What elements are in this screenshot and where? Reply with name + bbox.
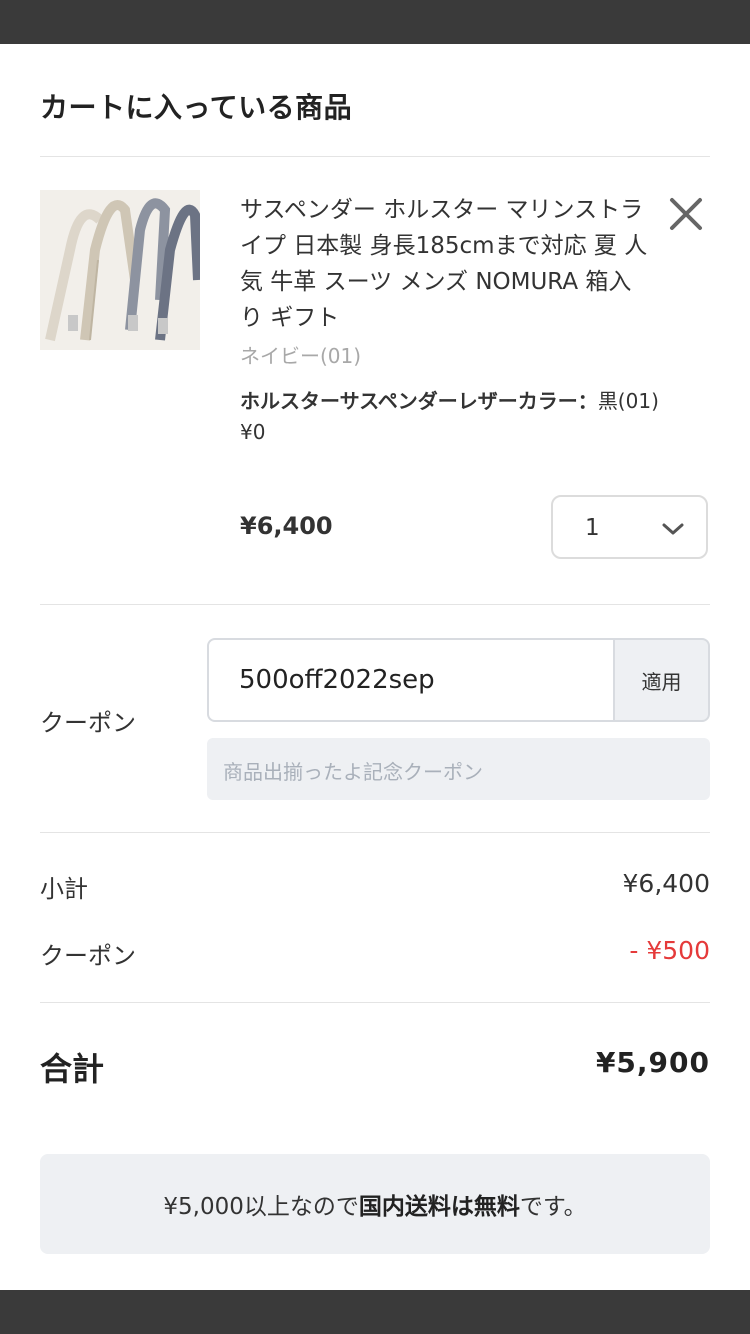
top-bar [0, 0, 750, 44]
product-name[interactable]: サスペンダー ホルスター マリンストライプ 日本製 身長185cmまで対応 夏 … [240, 192, 650, 336]
remove-item-button[interactable] [664, 192, 708, 236]
product-variant: ネイビー(01) [240, 344, 362, 368]
applied-coupon-name: 商品出揃ったよ記念クーポン [223, 760, 483, 784]
divider [40, 604, 710, 605]
coupon-label: クーポン [40, 709, 136, 737]
cart-title: カートに入っている商品 [40, 91, 353, 124]
shipping-emphasis: 国内送料は無料 [358, 1194, 520, 1220]
total-value: ¥5,900 [595, 1046, 710, 1079]
total-label: 合計 [40, 1050, 105, 1088]
quantity-select[interactable]: 1 [551, 495, 708, 559]
coupon-discount-label: クーポン [40, 942, 136, 970]
subtotal-value: ¥6,400 [622, 869, 710, 898]
coupon-discount-value: - ¥500 [629, 936, 710, 965]
shipping-suffix: です。 [519, 1194, 587, 1220]
close-icon [670, 198, 702, 230]
divider [40, 832, 710, 833]
option-label: ホルスターサスペンダーレザーカラー： [240, 389, 598, 413]
applied-coupon-box: 商品出揃ったよ記念クーポン [207, 738, 710, 800]
suspenders-product-image [40, 190, 200, 350]
shipping-prefix: ¥5,000以上なので [163, 1194, 359, 1220]
coupon-code-input[interactable] [207, 638, 614, 722]
quantity-value: 1 [585, 515, 600, 541]
subtotal-label: 小計 [40, 875, 88, 903]
divider [40, 1002, 710, 1003]
shipping-notice: ¥5,000以上なので 国内送料は無料 です。 [40, 1154, 710, 1254]
product-option: ホルスターサスペンダーレザーカラー：黒(01) ¥0 [240, 386, 680, 448]
divider [40, 156, 710, 157]
product-image[interactable] [40, 190, 200, 350]
item-price: ¥6,400 [240, 512, 333, 540]
chevron-down-icon [662, 523, 684, 535]
apply-coupon-button[interactable]: 適用 [613, 638, 710, 722]
bottom-bar [0, 1290, 750, 1334]
